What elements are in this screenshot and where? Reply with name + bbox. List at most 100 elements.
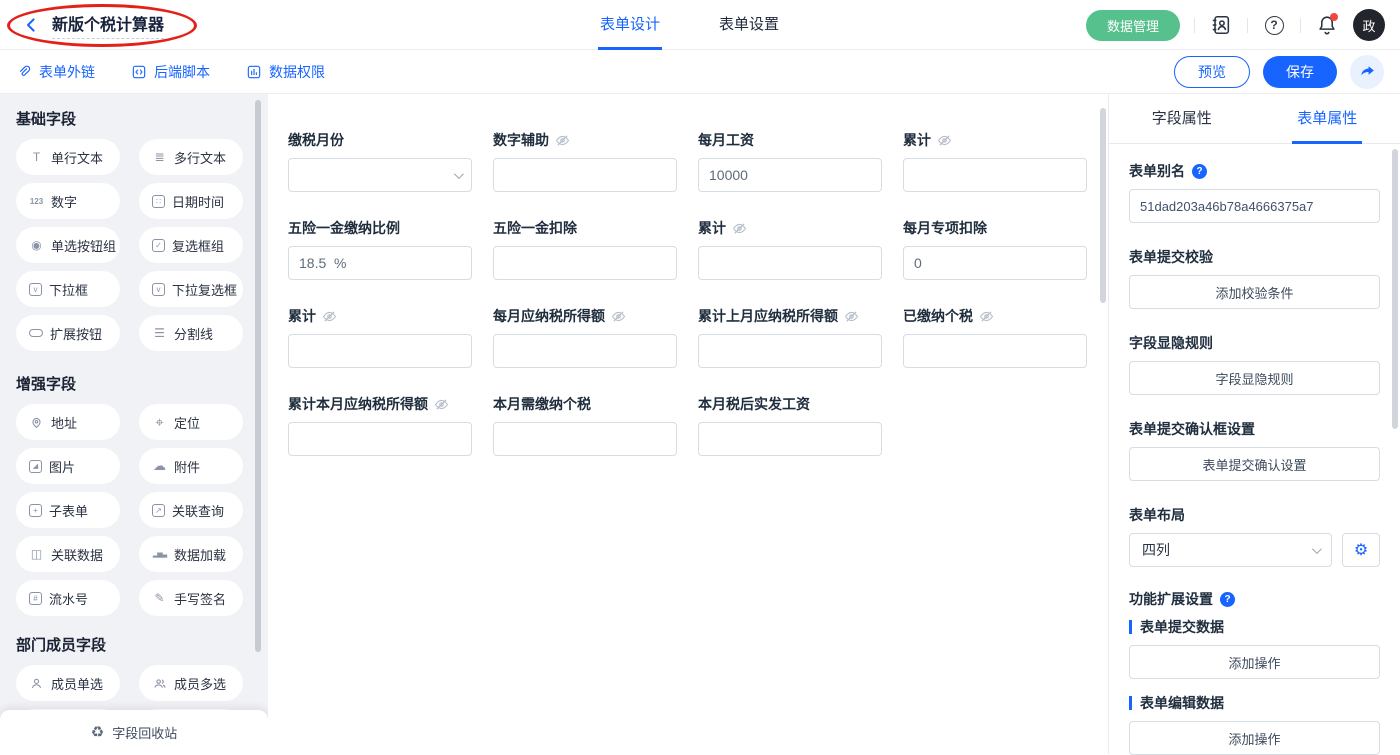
- member-single-icon: [29, 677, 44, 690]
- page-title[interactable]: 新版个税计算器: [52, 11, 164, 39]
- edit-data-label: 表单编辑数据: [1129, 693, 1380, 713]
- help-icon[interactable]: ?: [1220, 592, 1235, 607]
- monthly-special-deduction-input[interactable]: 0: [903, 246, 1087, 280]
- field-item-location[interactable]: ⌖定位: [139, 404, 243, 440]
- form-canvas[interactable]: 缴税月份 数字辅助 每月工资 10000 累计 五险一金缴纳比例 18.5 % …: [268, 94, 1108, 754]
- data-permission-button[interactable]: 数据权限: [246, 62, 325, 82]
- cumulative-input[interactable]: [288, 334, 472, 368]
- form-field-after-tax-salary[interactable]: 本月税后实发工资: [698, 394, 882, 456]
- sidebar-scrollbar[interactable]: [255, 100, 261, 652]
- field-item-divider[interactable]: ☰分割线: [139, 315, 243, 351]
- field-item-subform[interactable]: +子表单: [16, 492, 120, 528]
- header-right: 数据管理 ? 政: [1086, 0, 1385, 50]
- monthly-salary-input[interactable]: 10000: [698, 158, 882, 192]
- tab-form-design[interactable]: 表单设计: [598, 0, 662, 50]
- field-item-multi-select[interactable]: v下拉复选框: [139, 271, 243, 307]
- contacts-icon[interactable]: [1209, 13, 1233, 37]
- form-field-cumulative-2[interactable]: 累计: [698, 218, 882, 280]
- cumulative-last-month-taxable-input[interactable]: [698, 334, 882, 368]
- data-manage-button[interactable]: 数据管理: [1086, 10, 1180, 41]
- field-item-select[interactable]: v下拉框: [16, 271, 120, 307]
- insurance-ratio-input[interactable]: 18.5 %: [288, 246, 472, 280]
- field-item-linked-query[interactable]: ↗关联查询: [139, 492, 243, 528]
- form-field-cumulative-this-month-taxable[interactable]: 累计本月应纳税所得额: [288, 394, 472, 456]
- external-link-button[interactable]: 表单外链: [16, 62, 95, 82]
- properties-panel: 字段属性 表单属性 表单别名 ? 51dad203a46b78a4666375a…: [1108, 94, 1400, 754]
- after-tax-salary-input[interactable]: [698, 422, 882, 456]
- number-helper-input[interactable]: [493, 158, 677, 192]
- cumulative-this-month-taxable-input[interactable]: [288, 422, 472, 456]
- share-button[interactable]: [1350, 55, 1384, 89]
- field-item-datetime[interactable]: ∷日期时间: [139, 183, 243, 219]
- single-line-text-icon: T: [29, 150, 44, 164]
- field-item-member-multi[interactable]: 成员多选: [139, 665, 243, 701]
- form-field-tax-month[interactable]: 缴税月份: [288, 130, 472, 192]
- form-field-tax-due-this-month[interactable]: 本月需缴纳个税: [493, 394, 677, 456]
- subform-icon: +: [29, 504, 42, 517]
- form-field-monthly-taxable-income[interactable]: 每月应纳税所得额: [493, 306, 677, 368]
- form-field-cumulative-3[interactable]: 累计: [288, 306, 472, 368]
- divider: [1300, 18, 1301, 33]
- panel-scrollbar[interactable]: [1392, 149, 1398, 429]
- form-field-cumulative-last-month-taxable[interactable]: 累计上月应纳税所得额: [698, 306, 882, 368]
- extend-button-icon: [29, 329, 43, 337]
- layout-settings-button[interactable]: ⚙: [1342, 533, 1380, 567]
- field-item-image[interactable]: ◢图片: [16, 448, 120, 484]
- monthly-taxable-income-input[interactable]: [493, 334, 677, 368]
- location-icon: ⌖: [152, 414, 167, 431]
- field-item-serial-number[interactable]: #流水号: [16, 580, 120, 616]
- tab-field-properties[interactable]: 字段属性: [1109, 94, 1255, 143]
- chevron-down-icon: [1312, 544, 1322, 554]
- field-item-number[interactable]: 123数字: [16, 183, 120, 219]
- paid-tax-input[interactable]: [903, 334, 1087, 368]
- submit-confirm-settings-button[interactable]: 表单提交确认设置: [1129, 447, 1380, 481]
- select-icon: v: [29, 283, 42, 296]
- field-item-data-load[interactable]: ▂▅▃数据加载: [139, 536, 243, 572]
- help-icon[interactable]: ?: [1262, 13, 1286, 37]
- field-item-multi-line-text[interactable]: ≣多行文本: [139, 139, 243, 175]
- field-item-checkbox-group[interactable]: ✓复选框组: [139, 227, 243, 263]
- tax-due-this-month-input[interactable]: [493, 422, 677, 456]
- tab-form-properties[interactable]: 表单属性: [1255, 94, 1400, 143]
- tab-form-settings[interactable]: 表单设置: [717, 0, 781, 50]
- bell-icon[interactable]: [1315, 13, 1339, 37]
- form-field-cumulative-1[interactable]: 累计: [903, 130, 1087, 192]
- form-field-insurance-ratio[interactable]: 五险一金缴纳比例 18.5 %: [288, 218, 472, 280]
- linked-data-icon: ◫: [29, 547, 44, 561]
- section-marker: [1129, 696, 1132, 710]
- address-icon: [29, 416, 44, 429]
- submit-data-add-action-button[interactable]: 添加操作: [1129, 645, 1380, 679]
- cumulative-input[interactable]: [903, 158, 1087, 192]
- back-button[interactable]: [20, 14, 42, 36]
- field-item-member-single[interactable]: 成员单选: [16, 665, 120, 701]
- visibility-rules-button[interactable]: 字段显隐规则: [1129, 361, 1380, 395]
- field-recycle-bin-button[interactable]: ♻ 字段回收站: [0, 710, 268, 754]
- avatar[interactable]: 政: [1353, 9, 1385, 41]
- field-item-signature[interactable]: ✎手写签名: [139, 580, 243, 616]
- insurance-deduction-input[interactable]: [493, 246, 677, 280]
- edit-data-add-action-button[interactable]: 添加操作: [1129, 721, 1380, 755]
- form-layout-select[interactable]: 四列: [1129, 533, 1332, 567]
- canvas-scrollbar[interactable]: [1100, 108, 1106, 303]
- form-field-paid-tax[interactable]: 已缴纳个税: [903, 306, 1087, 368]
- form-field-number-helper[interactable]: 数字辅助: [493, 130, 677, 192]
- field-item-attachment[interactable]: ☁附件: [139, 448, 243, 484]
- help-icon[interactable]: ?: [1192, 164, 1207, 179]
- field-item-single-line-text[interactable]: T单行文本: [16, 139, 120, 175]
- field-item-linked-data[interactable]: ◫关联数据: [16, 536, 120, 572]
- form-field-insurance-deduction[interactable]: 五险一金扣除: [493, 218, 677, 280]
- field-item-address[interactable]: 地址: [16, 404, 120, 440]
- preview-button[interactable]: 预览: [1174, 56, 1250, 88]
- hidden-eye-icon: [555, 133, 570, 148]
- field-item-radio-group[interactable]: ◉单选按钮组: [16, 227, 120, 263]
- form-alias-input[interactable]: 51dad203a46b78a4666375a7: [1129, 189, 1380, 223]
- cumulative-input[interactable]: [698, 246, 882, 280]
- tax-month-select[interactable]: [288, 158, 472, 192]
- field-item-extend-button[interactable]: 扩展按钮: [16, 315, 120, 351]
- form-field-monthly-special-deduction[interactable]: 每月专项扣除 0: [903, 218, 1087, 280]
- save-button[interactable]: 保存: [1263, 56, 1337, 88]
- form-field-monthly-salary[interactable]: 每月工资 10000: [698, 130, 882, 192]
- add-validation-condition-button[interactable]: 添加校验条件: [1129, 275, 1380, 309]
- datetime-icon: ∷: [152, 195, 165, 208]
- backend-script-button[interactable]: 后端脚本: [131, 62, 210, 82]
